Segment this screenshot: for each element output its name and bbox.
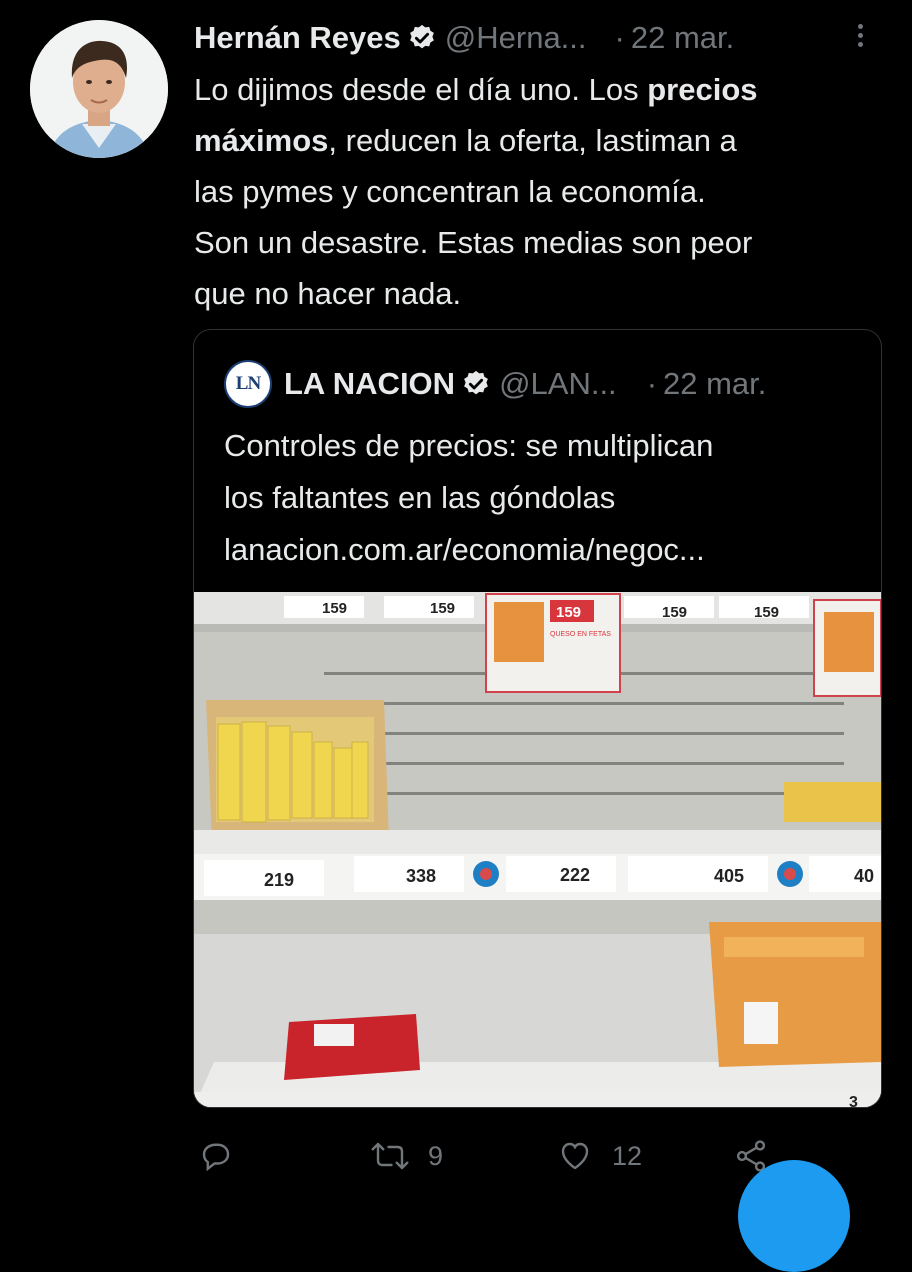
reply-button[interactable] [198,1138,252,1174]
quoted-text-line: los faltantes en las góndolas [224,480,616,515]
tweet-text-line: Lo dijimos desde el día uno. Los precios [194,64,894,115]
bold-text: máximos [194,123,329,158]
price-tag: 3 [849,1094,858,1107]
ln-logo-text: LN [235,373,261,394]
tweet-header: Hernán Reyes @Herna... · 22 mar. [194,16,734,60]
verified-badge-icon [407,23,437,53]
tweet-timestamp[interactable]: 22 mar. [631,20,734,56]
retweet-button[interactable]: 9 [370,1138,443,1174]
promo-price: 159 [556,604,581,621]
compose-tweet-button[interactable] [738,1160,850,1272]
quoted-tweet-timestamp[interactable]: 22 mar. [663,366,766,402]
quoted-text-line: Controles de precios: se multiplican [224,428,714,463]
author-avatar[interactable] [30,20,168,158]
tweet-text-line: máximos, reducen la oferta, lastiman a [194,115,894,166]
price-tag: 159 [662,604,687,621]
tweet-text-line: las pymes y concentran la economía. [194,166,894,217]
heart-icon [561,1142,589,1170]
text-segment: Son un desastre. Estas medias son peor [194,225,753,260]
author-handle[interactable]: @Herna... [445,20,587,56]
quoted-author-name[interactable]: LA NACION [284,366,455,402]
price-tag: 40 [854,866,874,886]
text-segment: , reducen la oferta, lastiman a [328,123,737,158]
tweet-text-line: Son un desastre. Estas medias son peor [194,217,894,268]
price-tag: 159 [754,604,779,621]
text-segment: que no hacer nada. [194,276,462,311]
verified-badge-icon [461,369,491,399]
text-segment: Lo dijimos desde el día uno. Los [194,72,648,107]
price-tag: 219 [264,870,294,890]
bold-text: precios [647,72,758,107]
quoted-link[interactable]: lanacion.com.ar/economia/negoc... [224,524,864,576]
quoted-author-handle[interactable]: @LAN... [499,366,617,402]
article-photo[interactable]: 159 159 159 159 159 QUESO EN FETAS 219 3… [194,592,881,1107]
author-name[interactable]: Hernán Reyes [194,20,401,56]
promo-text: QUESO EN FETAS [550,631,611,638]
price-tag: 159 [322,600,347,617]
quoted-tweet[interactable]: LN LA NACION @LAN... · 22 mar. Controles… [193,329,882,1108]
quoted-tweet-text: Controles de precios: se multiplican los… [224,420,864,576]
quoted-tweet-header: LN LA NACION @LAN... · 22 mar. [224,360,766,408]
like-count: 12 [612,1140,643,1171]
price-tag: 405 [714,866,744,886]
avatar-photo [30,20,168,158]
like-button[interactable]: 12 [556,1138,642,1174]
tweet-text-line: que no hacer nada. [194,268,894,319]
quoted-author-avatar[interactable]: LN [224,360,272,408]
retweet-count: 9 [428,1140,444,1171]
reply-icon [202,1143,230,1172]
tweet-text: Lo dijimos desde el día uno. Los precios… [194,64,894,319]
retweet-icon [371,1142,409,1170]
separator-dot: · [646,366,658,401]
price-tag: 222 [560,865,590,885]
text-segment: las pymes y concentran la economía. [194,174,706,209]
separator-dot: · [614,20,625,55]
more-options-icon[interactable] [852,20,868,56]
price-tag: 159 [430,600,455,617]
price-tag: 338 [406,866,436,886]
